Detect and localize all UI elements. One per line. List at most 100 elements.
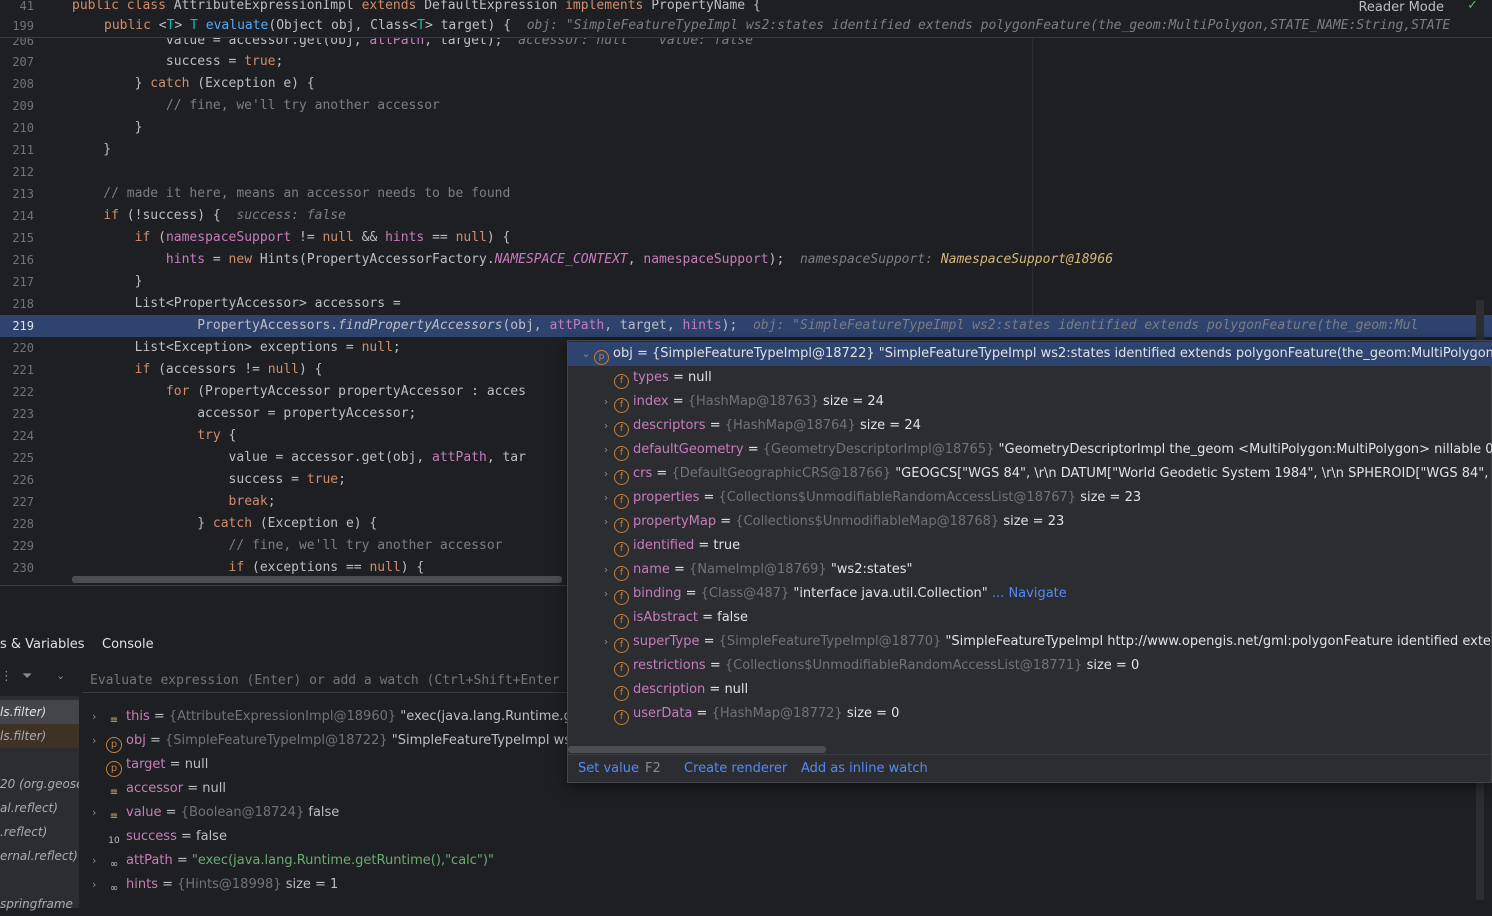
expand-arrow-icon[interactable]: ›	[92, 801, 106, 825]
variable-value: "SimpleFeatureTypeImpl ws2:s	[391, 733, 591, 748]
line-number: 215	[12, 231, 34, 245]
popup-row-identified[interactable]: f identified = true	[568, 534, 1492, 558]
code-line-214[interactable]: 214 if (!success) { success: false	[0, 205, 1492, 227]
horizontal-scrollbar[interactable]	[72, 576, 562, 583]
popup-row-description[interactable]: f description = null	[568, 678, 1492, 702]
chevron-down-icon[interactable]: ⌄	[578, 342, 594, 366]
code-line-207[interactable]: 207 success = true;	[0, 51, 1492, 73]
popup-row-properties[interactable]: › f properties = {Collections$Unmodifiable…	[568, 486, 1492, 510]
expand-arrow-icon[interactable]: ›	[598, 510, 614, 534]
expand-arrow-icon[interactable]: ›	[598, 558, 614, 582]
line-number: 228	[12, 517, 34, 531]
code-line-208[interactable]: 208 } catch (Exception e) {	[0, 73, 1492, 95]
popup-root-row[interactable]: ⌄ p obj = {SimpleFeatureTypeImpl@18722} "S…	[568, 342, 1492, 366]
line-number: 212	[12, 165, 34, 179]
set-value-link[interactable]: Set value F2	[578, 755, 661, 783]
evaluate-expression-input[interactable]	[82, 667, 562, 693]
inherited-field-icon: f	[614, 590, 629, 605]
field-name: userData	[633, 706, 693, 721]
frame-item[interactable]: al.reflect)	[0, 796, 79, 820]
primitive-icon: 10	[108, 836, 120, 846]
field-value: "SimpleFeatureTypeImpl http://www.opengi…	[945, 634, 1492, 649]
frame-item[interactable]: springframe	[0, 892, 79, 916]
variable-row-hints[interactable]: › ∞ hints = {Hints@18998} size = 1	[92, 873, 338, 897]
code-text: }	[72, 142, 112, 157]
popup-row-name[interactable]: › f name = {NameImpl@18769} "ws2:states"	[568, 558, 1492, 582]
expand-arrow-icon[interactable]: ›	[598, 462, 614, 486]
sticky-line-199[interactable]: 199 public <T> T evaluate(Object obj, Cla…	[0, 17, 1492, 38]
expand-arrow-icon[interactable]: ›	[598, 438, 614, 462]
popup-row-types[interactable]: f types = null	[568, 366, 1492, 390]
field-name: description	[633, 682, 706, 697]
code-line-210[interactable]: 210 }	[0, 117, 1492, 139]
code-line-217[interactable]: 217 }	[0, 271, 1492, 293]
code-line-219-current[interactable]: 219 PropertyAccessors.findPropertyAccess…	[0, 315, 1492, 337]
code-line-212[interactable]: 212	[0, 161, 1492, 183]
popup-horizontal-scrollbar[interactable]	[568, 746, 826, 753]
expand-arrow-icon[interactable]: ›	[92, 873, 106, 897]
popup-row-descriptors[interactable]: › f descriptors = {HashMap@18764} size = 2…	[568, 414, 1492, 438]
field-type: {Collections$UnmodifiableRandomAccessLis…	[718, 490, 1077, 505]
variable-value: size = 1	[285, 877, 339, 892]
popup-row-restrictions[interactable]: f restrictions = {Collections$Unmodifiabl…	[568, 654, 1492, 678]
code-text: if (accessors != null) {	[134, 362, 323, 377]
reader-mode-toggle[interactable]: Reader Mode	[1358, 0, 1444, 15]
line-number: 224	[12, 429, 34, 443]
more-icon[interactable]: ⋮	[0, 669, 13, 684]
popup-row-isabstract[interactable]: f isAbstract = false	[568, 606, 1492, 630]
expand-arrow-icon[interactable]: ›	[598, 414, 614, 438]
inherited-field-icon: f	[614, 518, 629, 533]
popup-row-binding[interactable]: › f binding = {Class@487} "interface java.…	[568, 582, 1492, 606]
popup-row-propertymap[interactable]: › f propertyMap = {Collections$Unmodifiabl…	[568, 510, 1492, 534]
line-number: 219	[12, 319, 34, 333]
code-text: public <T> T evaluate(Object obj, Class<…	[104, 18, 1451, 33]
expand-arrow-icon[interactable]: ›	[92, 729, 106, 753]
popup-row-index[interactable]: › f index = {HashMap@18763} size = 24	[568, 390, 1492, 414]
code-line-215[interactable]: 215 if (namespaceSupport != null && hint…	[0, 227, 1492, 249]
check-icon: ✓	[1467, 0, 1478, 13]
variable-row-attpath[interactable]: › ∞ attPath = "exec(java.lang.Runtime.getR…	[92, 849, 494, 873]
code-line-213[interactable]: 213 // made it here, means an accessor n…	[0, 183, 1492, 205]
expand-arrow-icon[interactable]: ›	[598, 486, 614, 510]
popup-row-defaultgeometry[interactable]: › f defaultGeometry = {GeometryDescriptorI…	[568, 438, 1492, 462]
variable-row-this[interactable]: › ≡ this = {AttributeExpressionImpl@18960}…	[92, 705, 594, 729]
expand-arrow-icon[interactable]: ›	[92, 849, 106, 873]
expand-arrow-icon[interactable]: ›	[92, 705, 106, 729]
line-number: 210	[12, 121, 34, 135]
expand-arrow-icon[interactable]: ›	[598, 630, 614, 654]
popup-row-supertype[interactable]: › f superType = {SimpleFeatureTypeImpl@187…	[568, 630, 1492, 654]
variable-row-value[interactable]: › ≡ value = {Boolean@18724} false	[92, 801, 339, 825]
add-inline-watch-link[interactable]: Add as inline watch	[801, 755, 928, 783]
variable-row-success[interactable]: 10 success = false	[92, 825, 227, 849]
frame-item[interactable]: ls.filter)	[0, 724, 79, 748]
create-renderer-link[interactable]: Create renderer	[684, 755, 787, 783]
variable-row-accessor[interactable]: ≡ accessor = null	[92, 777, 226, 801]
filter-icon[interactable]: ⏷	[22, 669, 32, 684]
code-text: }	[72, 274, 143, 289]
chevron-down-icon[interactable]: ⌄	[56, 669, 65, 682]
line-number: 216	[12, 253, 34, 267]
parameter-icon: p	[594, 350, 609, 365]
field-value: "GEOGCS["WGS 84", \r\n DATUM["World Geod…	[895, 466, 1492, 481]
navigate-link[interactable]: ... Navigate	[992, 586, 1067, 601]
expand-arrow-icon[interactable]: ›	[598, 390, 614, 414]
tab-console[interactable]: Console	[102, 633, 154, 657]
tab-threads-variables[interactable]: s & Variables	[0, 633, 85, 657]
frame-item[interactable]: .reflect)	[0, 820, 79, 844]
code-line-211[interactable]: 211 }	[0, 139, 1492, 161]
variable-row-obj[interactable]: › p obj = {SimpleFeatureTypeImpl@18722} "S…	[92, 729, 590, 753]
code-line-218[interactable]: 218 List<PropertyAccessor> accessors =	[0, 293, 1492, 315]
expand-arrow-icon[interactable]: ›	[598, 582, 614, 606]
frame-item[interactable]: ernal.reflect)	[0, 844, 79, 868]
popup-row-userdata[interactable]: f userData = {HashMap@18772} size = 0	[568, 702, 1492, 726]
code-text: public class AttributeExpressionImpl ext…	[72, 0, 761, 13]
variable-row-target[interactable]: p target = null	[92, 753, 208, 777]
sticky-line-41[interactable]: 41 public class AttributeExpressionImpl e…	[0, 0, 1492, 15]
code-line-216[interactable]: 216 hints = new Hints(PropertyAccessorFa…	[0, 249, 1492, 271]
frame-item[interactable]: ls.filter)	[0, 700, 79, 724]
panel-divider[interactable]	[79, 696, 81, 908]
frame-item[interactable]: 20 (org.geose	[0, 772, 79, 796]
popup-row-crs[interactable]: › f crs = {DefaultGeographicCRS@18766} "GE…	[568, 462, 1492, 486]
field-type: {HashMap@18772}	[711, 706, 843, 721]
code-line-209[interactable]: 209 // fine, we'll try another accessor	[0, 95, 1492, 117]
